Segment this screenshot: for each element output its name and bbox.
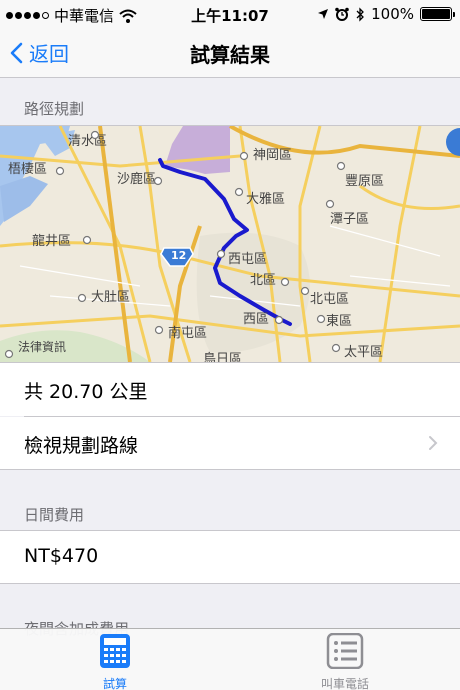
calculator-icon	[100, 634, 130, 668]
tab-calculate[interactable]: 試算	[65, 633, 165, 690]
tab-calculate-label: 試算	[102, 677, 127, 690]
view-route-label: 檢視規劃路線	[24, 435, 139, 457]
distance-text: 共 20.70 公里	[24, 381, 148, 403]
bluetooth-icon	[356, 6, 365, 22]
day-fee-value: NT$470	[24, 545, 99, 567]
navigation-bar: 返回 試算結果	[0, 28, 460, 78]
day-fee-cell: NT$470	[0, 531, 460, 583]
section-divider	[0, 469, 460, 470]
alarm-clock-icon	[335, 7, 349, 21]
section-divider	[0, 583, 460, 584]
day-fee-header: 日間費用	[24, 506, 85, 524]
map-markers	[4, 130, 346, 359]
page-title: 試算結果	[190, 43, 270, 67]
tab-call-taxi[interactable]: 叫車電話	[295, 632, 395, 690]
status-bar: 中華電信 上午11:07 100%	[0, 0, 460, 28]
battery-icon	[420, 7, 455, 21]
route-map[interactable]: 12 清水區 神岡區 梧棲區 沙鹿區 豐原區 大雅區 潭子區 龍井區 西屯區 北…	[0, 126, 460, 362]
location-arrow-icon	[318, 9, 329, 19]
chevron-right-icon	[429, 436, 438, 450]
battery-percent: 100%	[371, 5, 414, 23]
tab-bar: 試算 叫車電話	[0, 628, 460, 690]
list-icon	[326, 632, 364, 670]
distance-cell: 共 20.70 公里	[0, 363, 460, 416]
status-right: 100%	[317, 5, 455, 23]
tab-call-taxi-label: 叫車電話	[320, 677, 369, 690]
route-section-header: 路徑規劃	[24, 100, 85, 118]
view-route-cell[interactable]: 檢視規劃路線	[0, 417, 460, 469]
